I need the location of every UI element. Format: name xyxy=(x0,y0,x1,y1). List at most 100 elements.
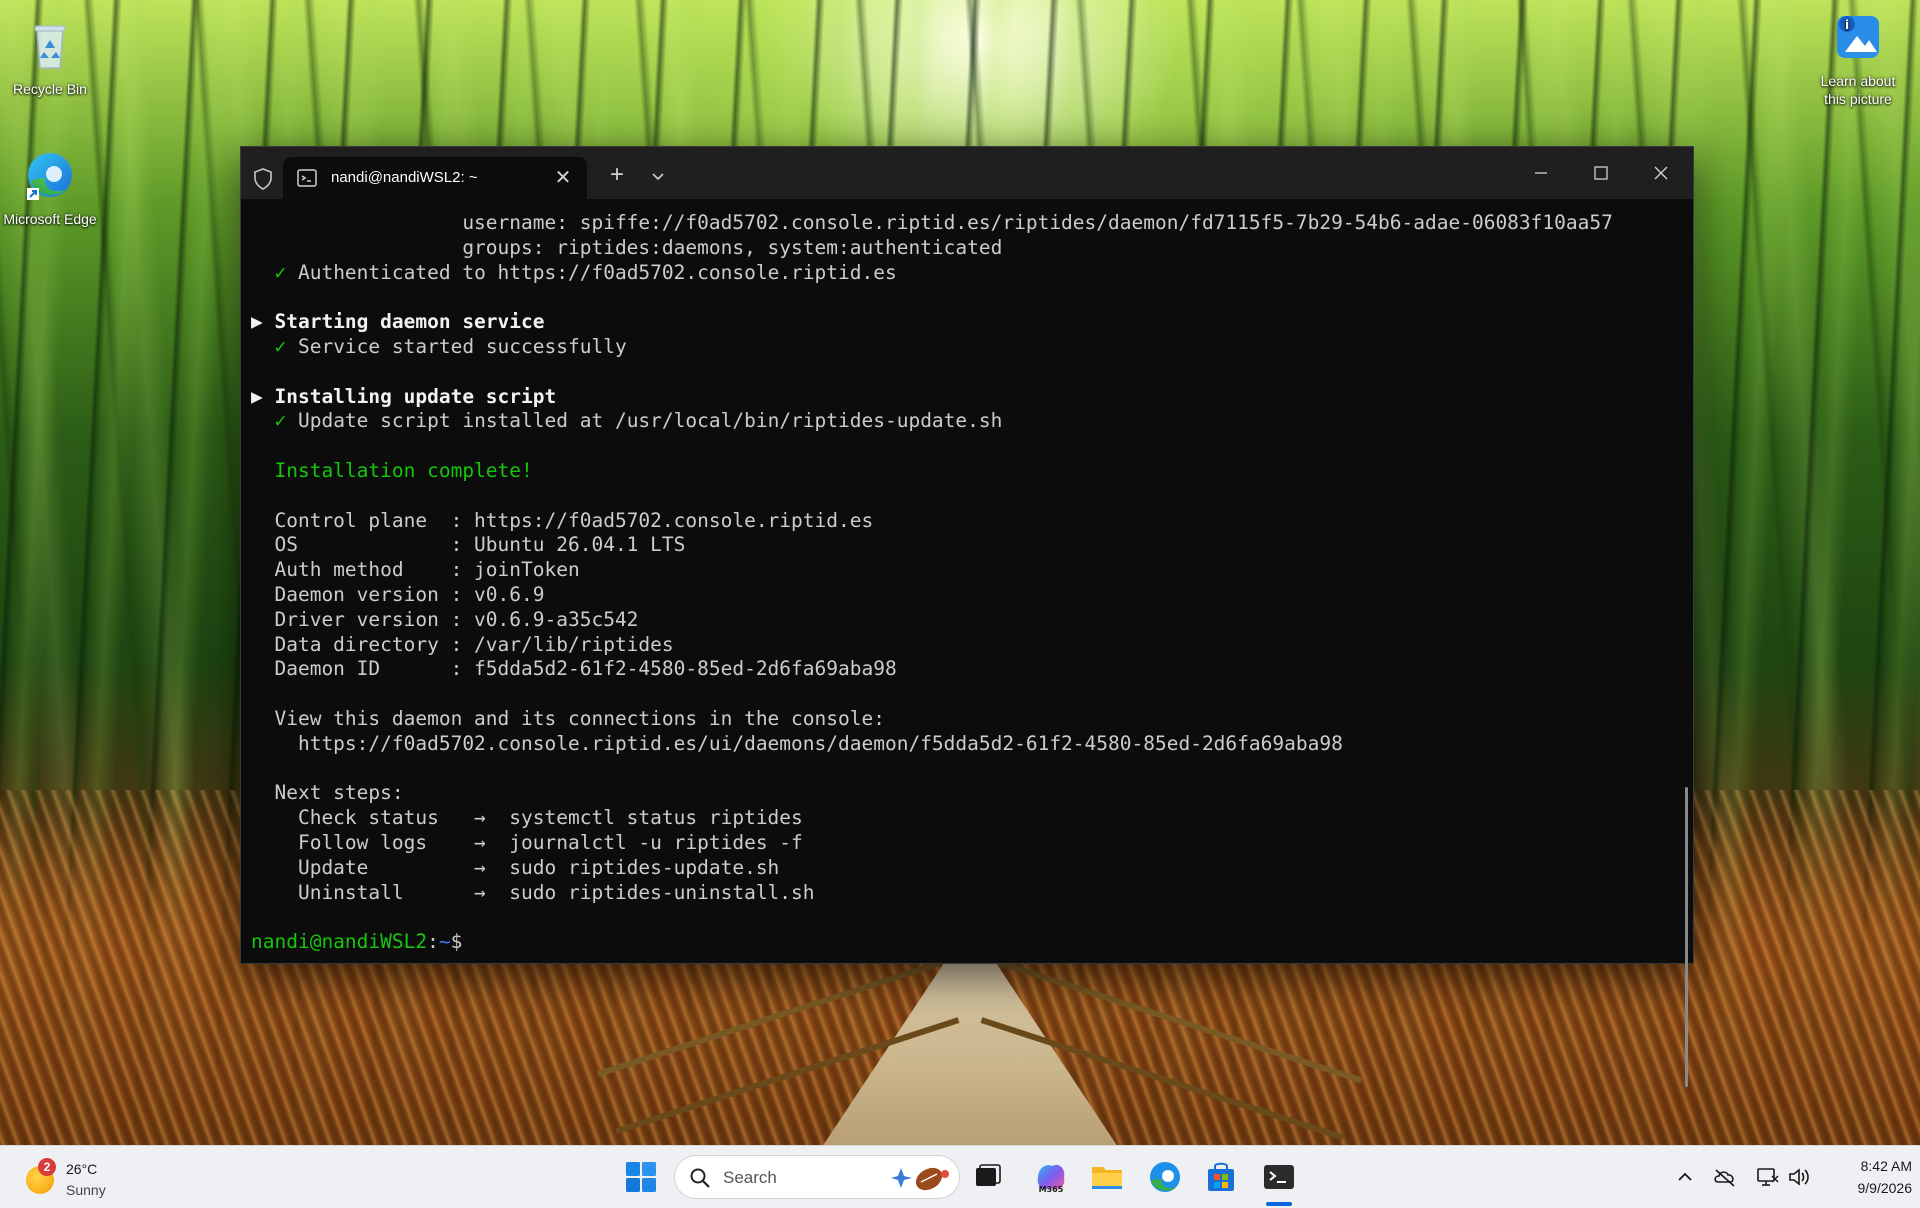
desktop-icon-learn-picture[interactable]: i Learn about this picture xyxy=(1808,10,1908,108)
tab-terminal[interactable]: nandi@nandiWSL2: ~ ✕ xyxy=(283,157,587,199)
search-icon xyxy=(690,1168,710,1188)
terminal-output[interactable]: username: spiffe://f0ad5702.console.ript… xyxy=(241,199,1681,963)
weather-condition: Sunny xyxy=(66,1182,106,1198)
terminal-text: : xyxy=(427,930,439,954)
terminal-text: ▶ Starting daemon service xyxy=(251,310,545,334)
desktop-icon-edge[interactable]: Microsoft Edge xyxy=(0,148,100,228)
title-bar: nandi@nandiWSL2: ~ ✕ + xyxy=(241,147,1693,199)
chevron-down-icon[interactable] xyxy=(649,167,667,185)
terminal-line: username: spiffe://f0ad5702.console.ript… xyxy=(251,211,1681,236)
terminal-line: View this daemon and its connections in … xyxy=(251,707,1681,732)
terminal-line: Daemon ID : f5dda5d2-61f2-4580-85ed-2d6f… xyxy=(251,657,1681,682)
clock[interactable]: 8:42 AM 9/9/2026 xyxy=(1816,1155,1913,1199)
taskbar-search[interactable]: Search xyxy=(674,1155,960,1199)
edge-icon xyxy=(27,153,72,200)
terminal-line: groups: riptides:daemons, system:authent… xyxy=(251,236,1681,261)
terminal-text: Control plane : https://f0ad5702.console… xyxy=(251,508,874,532)
terminal-text: username: spiffe://f0ad5702.console.ript… xyxy=(251,211,1613,234)
close-window-icon[interactable] xyxy=(1641,159,1681,187)
terminal-line: OS : Ubuntu 26.04.1 LTS xyxy=(251,533,1681,558)
terminal-line: ✓ Authenticated to https://f0ad5702.cons… xyxy=(251,261,1681,286)
terminal-line: nandi@nandiWSL2:~$ xyxy=(251,930,1681,955)
terminal-line: Update → sudo riptides-update.sh xyxy=(251,856,1681,881)
terminal-scrollbar[interactable] xyxy=(1685,787,1688,1087)
start-icon[interactable] xyxy=(622,1158,660,1196)
file-explorer-icon[interactable] xyxy=(1088,1158,1126,1196)
terminal-line: ▶ Installing update script xyxy=(251,385,1681,410)
desktop-icon-label: Microsoft Edge xyxy=(3,211,97,227)
terminal-text: Follow logs → journalctl -u riptides -f xyxy=(251,830,803,854)
search-highlight-icon xyxy=(891,1167,949,1191)
recycle-bin-icon xyxy=(34,25,66,69)
notification-badge: 2 xyxy=(38,1158,56,1176)
terminal-text: Installation complete! xyxy=(251,458,533,482)
desktop-icon-label: Learn about this picture xyxy=(1820,73,1896,107)
m365-icon[interactable]: M365 xyxy=(1032,1158,1070,1196)
terminal-text: OS : Ubuntu 26.04.1 LTS xyxy=(251,533,686,557)
terminal-line: Next steps: xyxy=(251,781,1681,806)
terminal-text: $ xyxy=(450,930,463,954)
task-view-icon[interactable] xyxy=(968,1158,1006,1196)
terminal-text: Service started successfully xyxy=(286,334,627,358)
maximize-icon[interactable] xyxy=(1581,159,1621,187)
terminal-text: https://f0ad5702.console.riptid.es/ui/da… xyxy=(251,731,1343,755)
terminal-text: groups: riptides:daemons, system:authent… xyxy=(251,235,1003,259)
terminal-text: Authenticated to https://f0ad5702.consol… xyxy=(286,260,897,284)
terminal-tab-icon xyxy=(297,169,317,187)
weather-widget[interactable]: 2 26°C Sunny xyxy=(24,1156,134,1200)
terminal-line: ✓ Service started successfully xyxy=(251,335,1681,360)
terminal-text: nandi@nandiWSL2 xyxy=(251,930,428,954)
terminal-text: Next steps: xyxy=(251,781,404,805)
clock-date: 9/9/2026 xyxy=(1857,1180,1913,1196)
terminal-text: ✓ xyxy=(251,409,287,433)
close-tab-icon[interactable]: ✕ xyxy=(553,168,573,188)
desktop-icon-recycle-bin[interactable]: Recycle Bin xyxy=(0,18,100,98)
weather-temperature: 26°C xyxy=(66,1161,98,1177)
terminal-line: Daemon version : v0.6.9 xyxy=(251,583,1681,608)
svg-text:i: i xyxy=(1845,18,1849,32)
terminal-line: Data directory : /var/lib/riptides xyxy=(251,633,1681,658)
terminal-line: Check status → systemctl status riptides xyxy=(251,806,1681,831)
terminal-text: ✓ xyxy=(251,260,287,284)
terminal-text: Driver version : v0.6.9-a35c542 xyxy=(251,607,639,631)
terminal-text: ▶ Installing update script xyxy=(251,384,557,408)
onedrive-offline-icon[interactable] xyxy=(1712,1164,1738,1190)
terminal-text: Daemon version : v0.6.9 xyxy=(251,582,545,606)
minimize-icon[interactable] xyxy=(1521,159,1561,187)
new-tab-button[interactable]: + xyxy=(603,161,631,189)
clock-time: 8:42 AM xyxy=(1860,1158,1912,1174)
terminal-text: Uninstall → sudo riptides-uninstall.sh xyxy=(251,880,815,904)
shield-icon[interactable] xyxy=(251,167,275,191)
terminal-text: Update → sudo riptides-update.sh xyxy=(251,855,780,879)
terminal-line: Control plane : https://f0ad5702.console… xyxy=(251,509,1681,534)
network-icon[interactable] xyxy=(1754,1164,1780,1190)
terminal-text: Auth method : joinToken xyxy=(251,558,580,582)
store-icon[interactable] xyxy=(1202,1158,1240,1196)
terminal-line: Driver version : v0.6.9-a35c542 xyxy=(251,608,1681,633)
terminal-text: Data directory : /var/lib/riptides xyxy=(251,632,674,656)
terminal-line: ✓ Update script installed at /usr/local/… xyxy=(251,409,1681,434)
search-placeholder: Search xyxy=(723,1168,777,1187)
terminal-text: ~ xyxy=(438,930,451,954)
volume-icon[interactable] xyxy=(1786,1164,1812,1190)
chevron-up-icon[interactable] xyxy=(1672,1164,1698,1190)
terminal-window: nandi@nandiWSL2: ~ ✕ + username: spiffe:… xyxy=(240,146,1694,1087)
terminal-icon[interactable] xyxy=(1260,1158,1298,1196)
edge-taskbar-icon[interactable] xyxy=(1146,1158,1184,1196)
terminal-line: ▶ Starting daemon service xyxy=(251,310,1681,335)
terminal-text: View this daemon and its connections in … xyxy=(251,706,885,730)
terminal-line: Uninstall → sudo riptides-uninstall.sh xyxy=(251,881,1681,906)
learn-about-picture-icon: i xyxy=(1837,16,1879,58)
tab-title: nandi@nandiWSL2: ~ xyxy=(331,169,478,186)
taskbar: 2 26°C Sunny Search M365 8:42 AM 9/9/202… xyxy=(0,1145,1920,1208)
terminal-line: https://f0ad5702.console.riptid.es/ui/da… xyxy=(251,732,1681,757)
terminal-text: ✓ xyxy=(251,334,287,358)
terminal-text: Check status → systemctl status riptides xyxy=(251,806,803,830)
